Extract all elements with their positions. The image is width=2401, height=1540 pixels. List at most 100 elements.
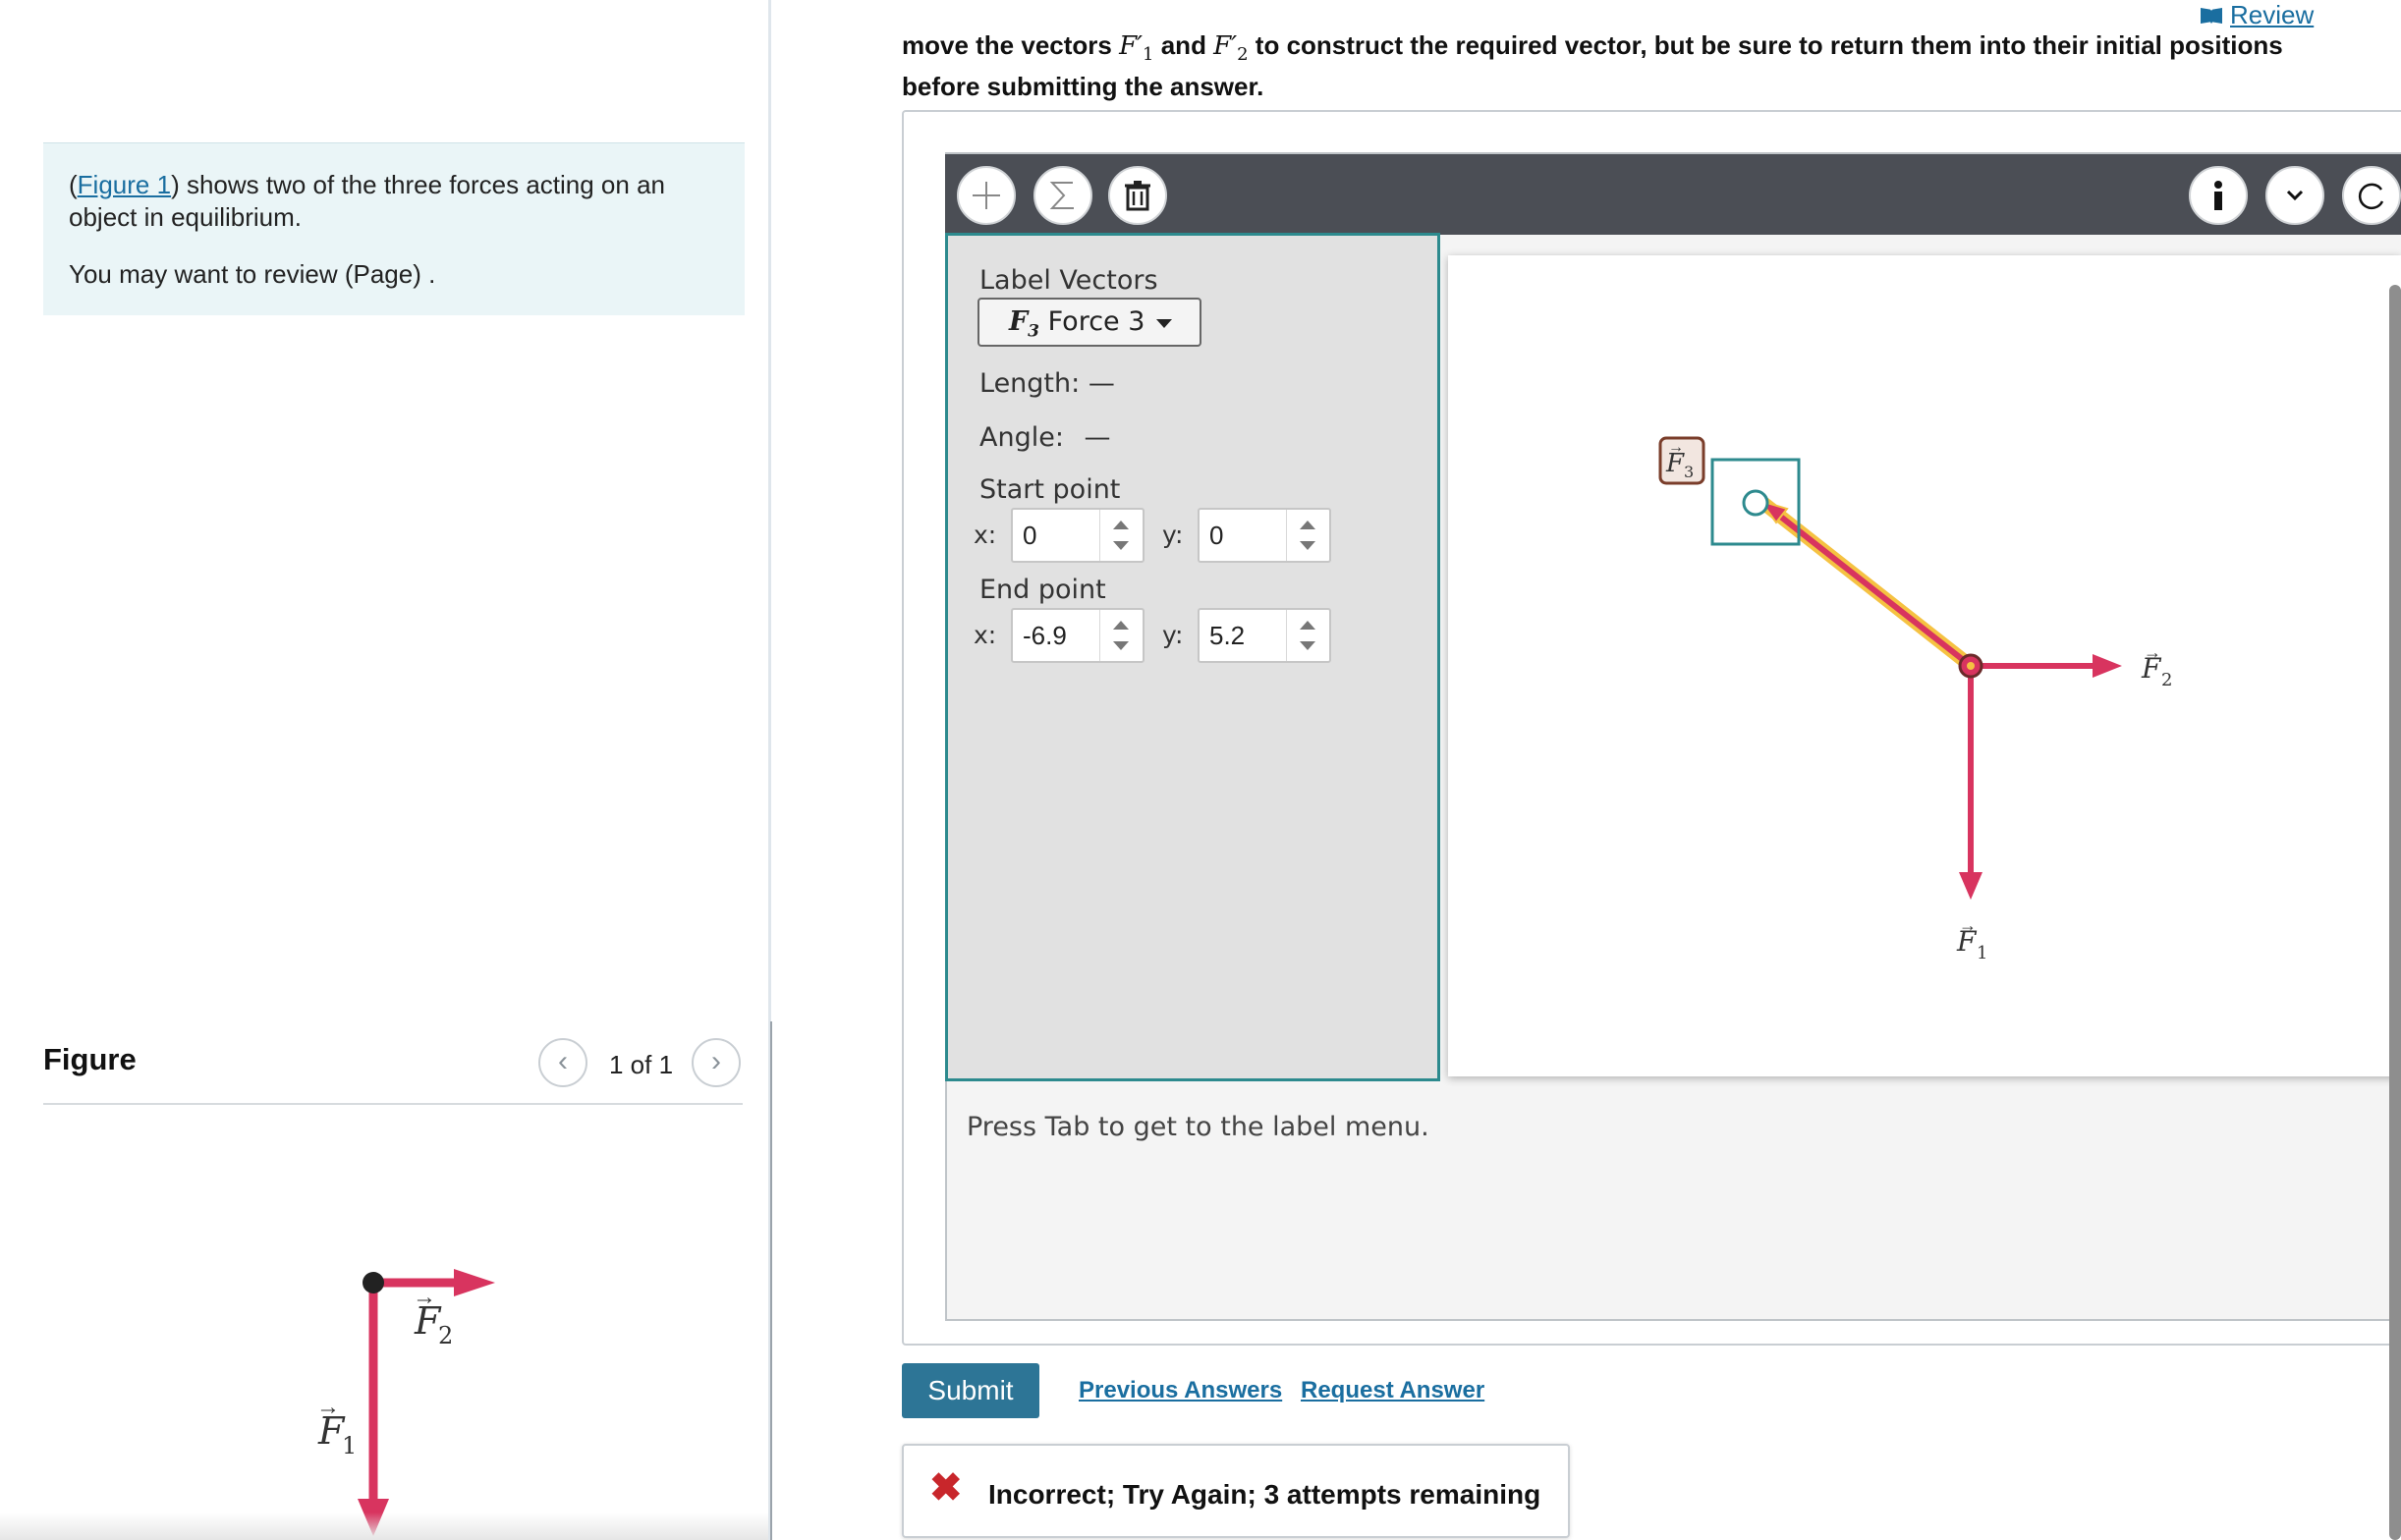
trash-icon bbox=[1125, 181, 1150, 211]
svg-text:3: 3 bbox=[1684, 463, 1694, 481]
selected-vector-symbol: F3 bbox=[1009, 306, 1040, 342]
figure-title: Figure bbox=[43, 1042, 137, 1076]
end-y-input[interactable] bbox=[1200, 610, 1290, 661]
f2-label: F 2 → bbox=[2141, 642, 2172, 690]
reset-button[interactable] bbox=[2342, 166, 2401, 225]
x-icon: ✖ bbox=[929, 1466, 963, 1510]
f2-prime-symbol: F′2 bbox=[1213, 31, 1249, 66]
review-link[interactable]: Review bbox=[2201, 0, 2314, 30]
arrow-down-icon bbox=[1113, 641, 1129, 650]
start-y-input[interactable] bbox=[1200, 510, 1290, 561]
delete-vector-button[interactable] bbox=[1108, 166, 1167, 225]
submit-button[interactable]: Submit bbox=[902, 1363, 1039, 1418]
feedback-box: ✖ Incorrect; Try Again; 3 attempts remai… bbox=[902, 1444, 1570, 1538]
reset-icon bbox=[2358, 183, 2384, 210]
arrow-down-icon bbox=[1113, 541, 1129, 550]
figure-f1-label: F 1 → bbox=[316, 1394, 357, 1459]
figure-header: Figure ‹ 1 of 1 › bbox=[43, 1036, 743, 1105]
label-vectors-heading: Label Vectors bbox=[979, 265, 1158, 296]
instr-part1: move the vectors bbox=[902, 30, 1120, 60]
f3-label-tag[interactable]: F 3 → bbox=[1658, 436, 1705, 485]
arrow-up-icon bbox=[1300, 621, 1315, 630]
pane-resize-handle[interactable] bbox=[770, 1021, 772, 1540]
arrow-down-icon bbox=[1300, 641, 1315, 650]
start-y-label: y: bbox=[1162, 521, 1184, 549]
angle-value: — bbox=[1084, 422, 1111, 453]
figure-next-button[interactable]: › bbox=[692, 1038, 741, 1087]
f1-label: F 1 → bbox=[1956, 915, 1987, 963]
review-link-label: Review bbox=[2230, 0, 2315, 29]
sum-vectors-button[interactable] bbox=[1033, 166, 1092, 225]
f1-prime-symbol: F′1 bbox=[1119, 31, 1154, 66]
end-point-heading: End point bbox=[979, 575, 1106, 605]
svg-text:→: → bbox=[2144, 642, 2161, 662]
scrollbar[interactable] bbox=[2389, 285, 2401, 1540]
end-y-field[interactable] bbox=[1198, 608, 1331, 663]
start-x-field[interactable] bbox=[1011, 508, 1145, 563]
paren-open: ( bbox=[69, 170, 78, 199]
vector-label-select[interactable]: F3 Force 3 bbox=[977, 298, 1201, 347]
vector-drawing[interactable]: F 3 → F 2 → F 1 → bbox=[1448, 255, 2401, 1076]
origin-handle[interactable] bbox=[1958, 653, 1983, 679]
bottom-fade bbox=[0, 1512, 768, 1540]
instructions: move the vectors F′1 and F′2 to construc… bbox=[902, 29, 2297, 102]
start-y-stepper[interactable] bbox=[1286, 510, 1329, 561]
sigma-icon bbox=[1049, 182, 1074, 209]
arrow-up-icon bbox=[1113, 621, 1129, 630]
previous-answers-link[interactable]: Previous Answers bbox=[1079, 1377, 1282, 1404]
f1-vector[interactable] bbox=[1959, 666, 1982, 900]
f2-vector[interactable] bbox=[1971, 654, 2122, 678]
left-pane: (Figure 1) shows two of the three forces… bbox=[0, 0, 768, 1540]
request-answer-link[interactable]: Request Answer bbox=[1301, 1377, 1484, 1404]
vector-canvas[interactable]: F 3 → F 2 → F 1 → bbox=[1448, 255, 2401, 1076]
keyboard-hint: Press Tab to get to the label menu. bbox=[967, 1112, 1429, 1142]
figure-f1-arrow bbox=[358, 1283, 389, 1536]
feedback-message: Incorrect; Try Again; 3 attempts remaini… bbox=[988, 1479, 1541, 1510]
review-text: You may want to review (Page) . bbox=[69, 259, 436, 289]
figure-origin-dot bbox=[363, 1272, 384, 1293]
f3-end-handle[interactable] bbox=[1710, 458, 1801, 546]
length-row: Length: — bbox=[979, 368, 1115, 399]
svg-text:→: → bbox=[1959, 915, 1977, 935]
label-panel: Label Vectors F3 Force 3 Length: — Angle… bbox=[945, 233, 1440, 1081]
svg-text:1: 1 bbox=[1977, 943, 1987, 963]
svg-text:2: 2 bbox=[2161, 670, 2172, 690]
length-value: — bbox=[1088, 368, 1115, 399]
start-y-field[interactable] bbox=[1198, 508, 1331, 563]
end-x-stepper[interactable] bbox=[1099, 610, 1143, 661]
end-y-label: y: bbox=[1162, 621, 1184, 649]
figure-prev-button[interactable]: ‹ bbox=[538, 1038, 587, 1087]
end-x-field[interactable] bbox=[1011, 608, 1145, 663]
arrow-up-icon bbox=[1113, 521, 1129, 529]
figure-1-link[interactable]: Figure 1 bbox=[78, 170, 171, 199]
selected-vector-name: Force 3 bbox=[1047, 306, 1145, 337]
svg-text:→: → bbox=[413, 1284, 436, 1310]
end-x-label: x: bbox=[974, 621, 997, 649]
end-x-input[interactable] bbox=[1013, 610, 1103, 661]
problem-statement: (Figure 1) shows two of the three forces… bbox=[43, 142, 745, 315]
info-button[interactable] bbox=[2189, 166, 2248, 225]
info-icon bbox=[2214, 181, 2222, 210]
chevron-right-icon: › bbox=[711, 1045, 721, 1077]
chevron-down-icon bbox=[2286, 190, 2304, 201]
vector-toolbar bbox=[945, 154, 2401, 235]
book-icon bbox=[2201, 8, 2222, 24]
chevron-left-icon: ‹ bbox=[558, 1045, 568, 1077]
arrow-up-icon bbox=[1300, 521, 1315, 529]
instr-and: and bbox=[1153, 30, 1214, 60]
start-x-stepper[interactable] bbox=[1099, 510, 1143, 561]
expand-button[interactable] bbox=[2265, 166, 2324, 225]
plus-icon bbox=[973, 182, 1000, 209]
svg-text:→: → bbox=[316, 1394, 340, 1420]
f3-vector[interactable] bbox=[1758, 497, 1978, 673]
start-x-input[interactable] bbox=[1013, 510, 1103, 561]
figure-f2-label: F 2 → bbox=[413, 1284, 453, 1349]
figure-diagram: F 2 → F 1 → bbox=[316, 1269, 495, 1536]
arrow-down-icon bbox=[1300, 541, 1315, 550]
start-x-label: x: bbox=[974, 521, 997, 549]
svg-text:1: 1 bbox=[342, 1432, 357, 1459]
end-y-stepper[interactable] bbox=[1286, 610, 1329, 661]
add-vector-button[interactable] bbox=[957, 166, 1016, 225]
start-point-heading: Start point bbox=[979, 474, 1121, 505]
problem-text: (Figure 1) shows two of the three forces… bbox=[69, 169, 719, 234]
